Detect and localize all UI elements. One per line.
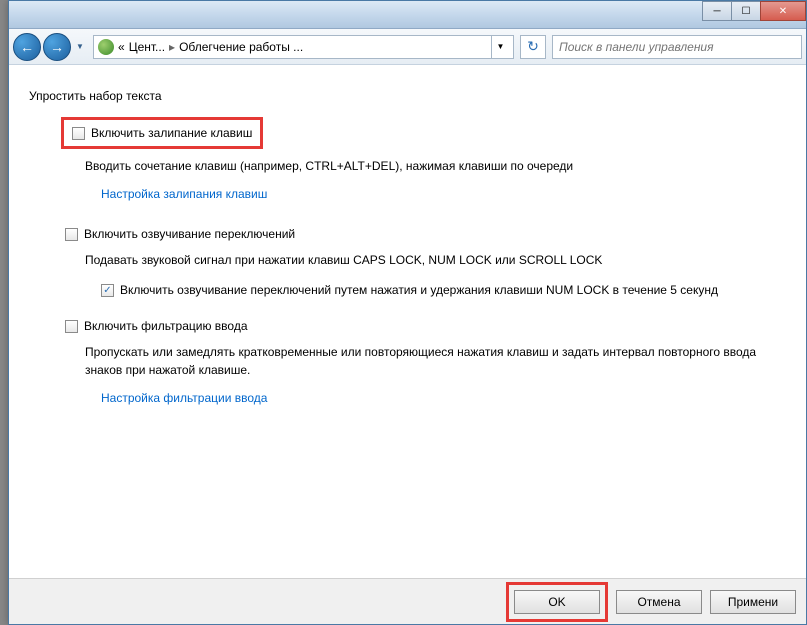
sticky-keys-option: Включить залипание клавиш xyxy=(61,117,263,149)
window-controls: ─ ☐ ✕ xyxy=(703,1,806,21)
sticky-keys-settings-link[interactable]: Настройка залипания клавиш xyxy=(101,187,267,201)
breadcrumb-sep-icon: ▸ xyxy=(169,40,175,54)
toggle-keys-checkbox[interactable] xyxy=(65,228,78,241)
breadcrumb-prefix: « xyxy=(118,40,125,54)
close-button[interactable]: ✕ xyxy=(760,1,806,21)
toggle-keys-desc: Подавать звуковой сигнал при нажатии кла… xyxy=(85,251,790,269)
ok-button-highlight: OK xyxy=(506,582,608,622)
group-title: Упростить набор текста xyxy=(29,89,790,103)
breadcrumb-item-2[interactable]: Облегчение работы ... xyxy=(179,40,303,54)
toggle-keys-label: Включить озвучивание переключений xyxy=(84,227,295,241)
toggle-keys-numlock-label: Включить озвучивание переключений путем … xyxy=(120,281,718,299)
dialog-footer: OK Отмена Примени xyxy=(9,578,806,624)
breadcrumb[interactable]: « Цент... ▸ Облегчение работы ... ▼ xyxy=(93,35,514,59)
toggle-keys-option: Включить озвучивание переключений xyxy=(65,227,790,241)
sticky-keys-checkbox[interactable] xyxy=(72,127,85,140)
sticky-keys-label: Включить залипание клавиш xyxy=(91,126,252,140)
filter-keys-settings-link[interactable]: Настройка фильтрации ввода xyxy=(101,391,267,405)
toggle-keys-sub-option: Включить озвучивание переключений путем … xyxy=(101,281,790,299)
filter-keys-label: Включить фильтрацию ввода xyxy=(84,319,248,333)
filter-keys-option: Включить фильтрацию ввода xyxy=(65,319,790,333)
content-area: Упростить набор текста Включить залипани… xyxy=(9,65,806,578)
nav-forward-button[interactable]: → xyxy=(43,33,71,61)
nav-history-dropdown[interactable]: ▼ xyxy=(73,36,87,58)
sticky-keys-desc: Вводить сочетание клавиш (например, CTRL… xyxy=(85,157,790,175)
cancel-button[interactable]: Отмена xyxy=(616,590,702,614)
simplify-typing-group: Упростить набор текста Включить залипани… xyxy=(9,65,806,441)
filter-keys-desc: Пропускать или замедлять кратковременные… xyxy=(85,343,790,379)
minimize-button[interactable]: ─ xyxy=(702,1,732,21)
filter-keys-checkbox[interactable] xyxy=(65,320,78,333)
refresh-button[interactable]: ↻ xyxy=(520,35,546,59)
titlebar: ─ ☐ ✕ xyxy=(9,1,806,29)
breadcrumb-item-1[interactable]: Цент... xyxy=(129,40,165,54)
control-panel-window: ─ ☐ ✕ ← → ▼ « Цент... ▸ Облегчение работ… xyxy=(8,0,807,625)
search-input[interactable] xyxy=(552,35,802,59)
maximize-button[interactable]: ☐ xyxy=(731,1,761,21)
nav-back-button[interactable]: ← xyxy=(13,33,41,61)
breadcrumb-dropdown[interactable]: ▼ xyxy=(491,35,509,59)
navbar: ← → ▼ « Цент... ▸ Облегчение работы ... … xyxy=(9,29,806,65)
toggle-keys-numlock-checkbox[interactable] xyxy=(101,284,114,297)
ok-button[interactable]: OK xyxy=(514,590,600,614)
apply-button[interactable]: Примени xyxy=(710,590,796,614)
control-panel-icon xyxy=(98,39,114,55)
